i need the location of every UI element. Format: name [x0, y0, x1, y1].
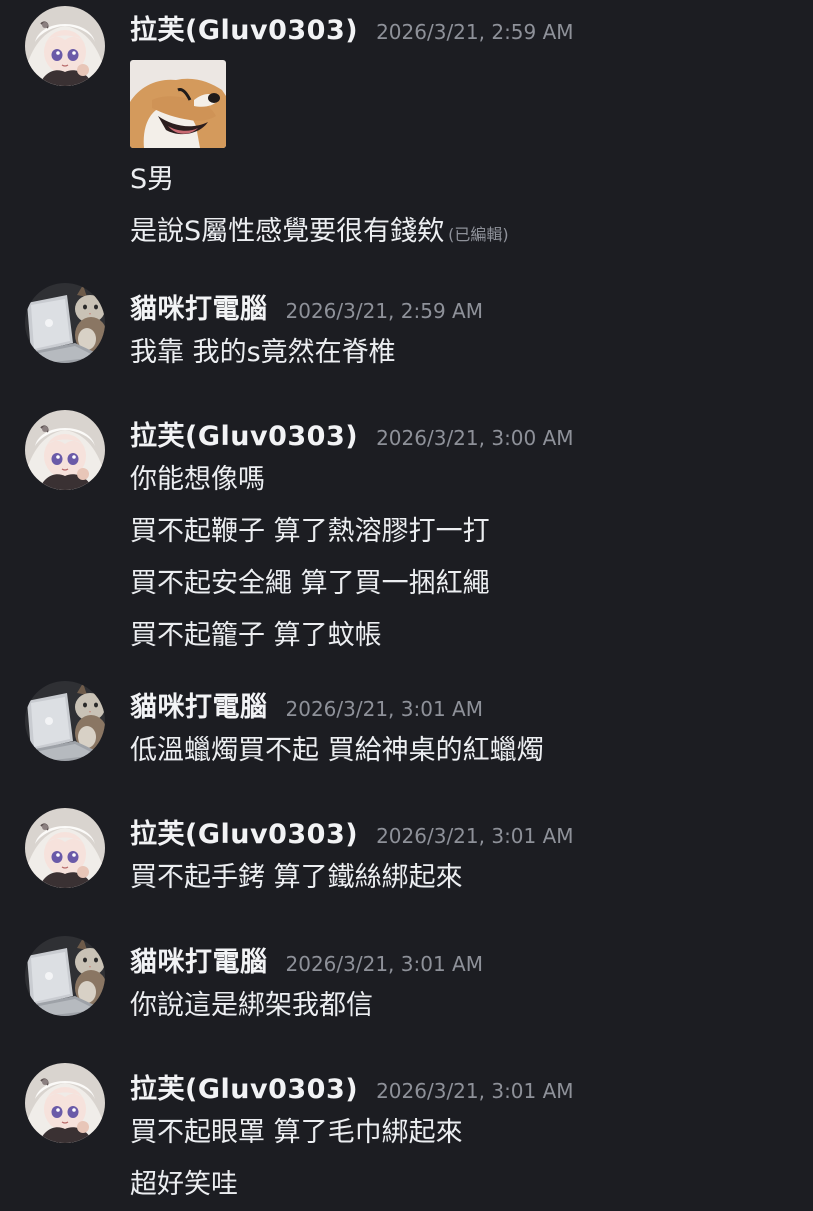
dog-sticker-icon — [130, 60, 226, 148]
username[interactable]: 拉芙(Gluv0303) — [130, 812, 358, 851]
edited-label: (已編輯) — [448, 225, 509, 244]
message-content: 你能想像嗎 買不起鞭子 算了熱溶膠打一打 買不起安全繩 算了買一捆紅繩 買不起籠… — [130, 454, 490, 662]
message-content: S男 是說S屬性感覺要很有錢欸 (已編輯) — [130, 154, 509, 258]
message-content: 低溫蠟燭買不起 買給神桌的紅蠟燭 — [130, 725, 544, 777]
message-content: 我靠 我的s竟然在脊椎 — [130, 327, 396, 379]
username[interactable]: 拉芙(Gluv0303) — [130, 1067, 358, 1106]
message-header: 貓咪打電腦 2026/3/21, 2:59 AM — [130, 287, 483, 327]
dog-sticker-image[interactable] — [130, 60, 226, 148]
user-avatar[interactable] — [25, 6, 105, 86]
username[interactable]: 拉芙(Gluv0303) — [130, 8, 358, 47]
user-avatar[interactable] — [25, 808, 105, 888]
message-line: S男 — [130, 164, 175, 195]
message-line: 我靠 我的s竟然在脊椎 — [130, 337, 396, 368]
message-line: 你能想像嗎 — [130, 464, 265, 495]
timestamp: 2026/3/21, 3:01 AM — [285, 952, 483, 976]
timestamp: 2026/3/21, 2:59 AM — [285, 299, 483, 323]
timestamp: 2026/3/21, 2:59 AM — [376, 20, 574, 44]
chat-message-list[interactable]: 拉芙(Gluv0303) 2026/3/21, 2:59 AM S男 是說S屬性… — [0, 0, 813, 1200]
message-line: 低溫蠟燭買不起 買給神桌的紅蠟燭 — [130, 735, 544, 766]
user-avatar[interactable] — [25, 681, 105, 761]
user-avatar[interactable] — [25, 283, 105, 363]
message-group: 貓咪打電腦 2026/3/21, 2:59 AM 我靠 我的s竟然在脊椎 — [0, 283, 813, 383]
timestamp: 2026/3/21, 3:01 AM — [376, 1079, 574, 1103]
message-line-text: 是說S屬性感覺要很有錢欸 — [130, 216, 445, 247]
user-avatar[interactable] — [25, 1063, 105, 1143]
message-line: 買不起手銬 算了鐵絲綁起來 — [130, 862, 463, 893]
message-line: 超好笑哇 — [130, 1169, 238, 1200]
message-group: 拉芙(Gluv0303) 2026/3/21, 3:01 AM 買不起眼罩 算了… — [0, 1063, 813, 1200]
cat-laptop-avatar-icon — [25, 283, 105, 363]
message-content: 買不起手銬 算了鐵絲綁起來 — [130, 852, 463, 904]
username[interactable]: 貓咪打電腦 — [130, 940, 268, 979]
anime-girl-avatar-icon — [25, 1063, 105, 1143]
message-header: 貓咪打電腦 2026/3/21, 3:01 AM — [130, 685, 483, 725]
message-header: 拉芙(Gluv0303) 2026/3/21, 3:00 AM — [130, 414, 574, 454]
message-group: 貓咪打電腦 2026/3/21, 3:01 AM 低溫蠟燭買不起 買給神桌的紅蠟… — [0, 681, 813, 781]
message-header: 貓咪打電腦 2026/3/21, 3:01 AM — [130, 940, 483, 980]
timestamp: 2026/3/21, 3:01 AM — [285, 697, 483, 721]
username[interactable]: 貓咪打電腦 — [130, 685, 268, 724]
anime-girl-avatar-icon — [25, 808, 105, 888]
anime-girl-avatar-icon — [25, 6, 105, 86]
username[interactable]: 拉芙(Gluv0303) — [130, 414, 358, 453]
cat-laptop-avatar-icon — [25, 936, 105, 1016]
message-line: 買不起眼罩 算了毛巾綁起來 — [130, 1117, 463, 1148]
cat-laptop-avatar-icon — [25, 681, 105, 761]
message-group: 拉芙(Gluv0303) 2026/3/21, 3:00 AM 你能想像嗎 買不… — [0, 410, 813, 651]
message-line: 買不起安全繩 算了買一捆紅繩 — [130, 568, 490, 599]
message-group: 拉芙(Gluv0303) 2026/3/21, 3:01 AM 買不起手銬 算了… — [0, 808, 813, 908]
message-group: 貓咪打電腦 2026/3/21, 3:01 AM 你說這是綁架我都信 — [0, 936, 813, 1036]
message-content: 你說這是綁架我都信 — [130, 980, 373, 1032]
anime-girl-avatar-icon — [25, 410, 105, 490]
message-line: 買不起鞭子 算了熱溶膠打一打 — [130, 516, 490, 547]
user-avatar[interactable] — [25, 936, 105, 1016]
message-content: 買不起眼罩 算了毛巾綁起來 超好笑哇 — [130, 1107, 463, 1211]
timestamp: 2026/3/21, 3:00 AM — [376, 426, 574, 450]
message-line: 是說S屬性感覺要很有錢欸 (已編輯) — [130, 206, 509, 258]
message-group: 拉芙(Gluv0303) 2026/3/21, 2:59 AM S男 是說S屬性… — [0, 4, 813, 254]
message-line: 買不起籠子 算了蚊帳 — [130, 620, 382, 651]
user-avatar[interactable] — [25, 410, 105, 490]
message-header: 拉芙(Gluv0303) 2026/3/21, 3:01 AM — [130, 1067, 574, 1107]
message-header: 拉芙(Gluv0303) 2026/3/21, 2:59 AM — [130, 8, 574, 48]
timestamp: 2026/3/21, 3:01 AM — [376, 824, 574, 848]
message-header: 拉芙(Gluv0303) 2026/3/21, 3:01 AM — [130, 812, 574, 852]
username[interactable]: 貓咪打電腦 — [130, 287, 268, 326]
message-line: 你說這是綁架我都信 — [130, 990, 373, 1021]
